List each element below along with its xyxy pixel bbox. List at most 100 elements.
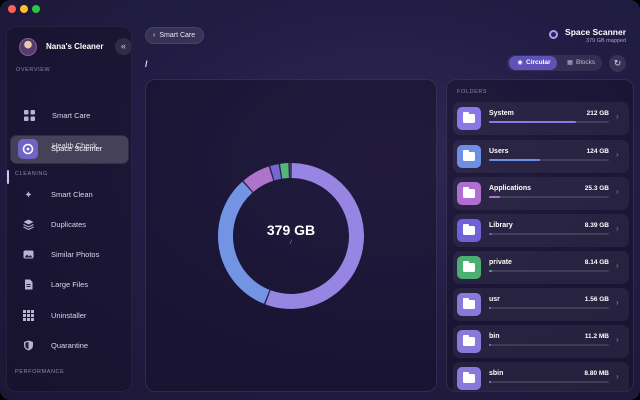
folder-size: 8.14 GB	[584, 259, 609, 266]
view-mode-toggle: ◉ Circular ▦ Blocks	[507, 55, 602, 71]
folder-size-bar-fill	[489, 196, 500, 198]
folder-size-bar	[489, 121, 609, 123]
folder-size: 8.80 MB	[584, 370, 609, 377]
chevron-right-icon: ›	[616, 335, 619, 344]
folder-size: 212 GB	[586, 110, 609, 117]
app-window: Nana's Cleaner « OVERVIEW Smart Care Hea…	[0, 0, 640, 400]
folder-size: 124 GB	[586, 148, 609, 155]
folder-row-applications[interactable]: Applications 25.3 GB ›	[453, 177, 629, 210]
back-button-label: Smart Care	[159, 32, 196, 39]
folder-icon	[457, 293, 481, 316]
folder-name: bin	[489, 333, 500, 340]
chevron-right-icon: ›	[616, 261, 619, 270]
double-chevron-left-icon: «	[120, 41, 126, 51]
folder-size-bar-fill	[489, 159, 541, 161]
chevron-right-icon: ›	[616, 224, 619, 233]
sidebar-item-duplicates[interactable]: Duplicates	[10, 211, 128, 239]
folder-size: 8.39 GB	[584, 222, 609, 229]
sidebar-item-label: Smart Clean	[51, 190, 93, 199]
active-indicator	[7, 170, 9, 184]
view-blocks-button[interactable]: ▦ Blocks	[559, 56, 601, 70]
folder-icon	[457, 256, 481, 279]
chevron-left-icon: ‹	[153, 32, 156, 39]
sidebar-item-label: Smart Care	[52, 111, 91, 120]
folder-row-library[interactable]: Library 8.39 GB ›	[453, 214, 629, 247]
folder-size-bar-fill	[489, 233, 493, 235]
user-name: Nana's Cleaner	[46, 42, 104, 51]
folder-size-bar-fill	[489, 307, 491, 309]
shield-icon	[22, 340, 35, 353]
sidebar-item-quarantine[interactable]: Quarantine	[10, 332, 128, 360]
folder-size-bar-fill	[489, 121, 577, 123]
collapse-sidebar-button[interactable]: «	[115, 38, 131, 55]
folder-name: Library	[489, 222, 513, 229]
folder-size-bar	[489, 344, 609, 346]
stack-icon	[22, 219, 35, 232]
section-title-cleaning: CLEANING	[15, 171, 48, 177]
blocks-icon: ▦	[567, 60, 573, 66]
page-title: Space Scanner	[565, 27, 626, 37]
refresh-icon: ↻	[613, 58, 622, 68]
section-title-performance: PERFORMANCE	[15, 369, 65, 375]
back-button[interactable]: ‹ Smart Care	[145, 27, 205, 44]
chevron-right-icon: ›	[616, 298, 619, 307]
folder-icon	[457, 219, 481, 242]
folder-row-private[interactable]: private 8.14 GB ›	[453, 251, 629, 284]
space-scanner-icon	[549, 30, 558, 39]
apps-grid-icon	[22, 310, 35, 323]
sparkle-icon: ✦	[24, 190, 33, 201]
chevron-right-icon: ›	[616, 187, 619, 196]
chart-total: 379 GB	[266, 222, 316, 238]
view-blocks-label: Blocks	[576, 59, 596, 66]
avatar[interactable]	[19, 38, 37, 56]
folder-size-bar-fill	[489, 270, 493, 272]
folder-row-usr[interactable]: usr 1.56 GB ›	[453, 288, 629, 321]
chevron-right-icon: ›	[616, 150, 619, 159]
photos-icon	[22, 249, 35, 262]
folder-size-bar	[489, 270, 609, 272]
title-bar	[0, 0, 640, 18]
folder-icon	[457, 182, 481, 205]
sidebar-item-space-scanner-active[interactable]: Space Scanner	[10, 135, 128, 163]
sidebar-item-label: Large Files	[51, 280, 89, 289]
folder-name: Users	[489, 148, 509, 155]
disk-icon	[18, 139, 38, 159]
folder-name: private	[489, 259, 512, 266]
chevron-right-icon: ›	[616, 112, 619, 121]
folder-size-bar	[489, 196, 609, 198]
folder-size-bar	[489, 307, 609, 309]
sidebar-item-smart-care[interactable]: Smart Care	[11, 102, 129, 130]
zoom-window-button[interactable]	[32, 5, 40, 13]
view-circular-label: Circular	[526, 59, 551, 66]
folder-size-bar	[489, 159, 609, 161]
folder-row-sbin[interactable]: sbin 8.80 MB ›	[453, 362, 629, 391]
folder-row-bin[interactable]: bin 11.2 MB ›	[453, 325, 629, 358]
folder-size-bar-fill	[489, 344, 491, 346]
sidebar-item-label: Quarantine	[51, 341, 89, 350]
close-window-button[interactable]	[8, 5, 16, 13]
refresh-button[interactable]: ↻	[609, 55, 626, 72]
folder-name: usr	[489, 296, 500, 303]
folder-icon	[457, 367, 481, 390]
chevron-right-icon: ›	[616, 372, 619, 381]
folder-size: 25.3 GB	[584, 185, 609, 192]
current-path: /	[145, 59, 148, 69]
sidebar-item-similar-photos[interactable]: Similar Photos	[10, 241, 128, 269]
folder-name: System	[489, 110, 514, 117]
folder-name: Applications	[489, 185, 532, 192]
sidebar-item-large-files[interactable]: Large Files	[10, 271, 128, 299]
folder-icon	[457, 330, 481, 353]
view-circular-button[interactable]: ◉ Circular	[509, 56, 557, 70]
minimize-window-button[interactable]	[20, 5, 28, 13]
folder-size-bar	[489, 381, 609, 383]
sidebar-item-label: Uninstaller	[51, 311, 87, 320]
folder-row-system[interactable]: System 212 GB ›	[453, 102, 629, 135]
folders-title: FOLDERS	[457, 89, 488, 95]
sidebar-item-uninstaller[interactable]: Uninstaller	[10, 302, 128, 330]
page-subtitle: 379 GB mapped	[585, 38, 626, 44]
sidebar-item-label: Duplicates	[51, 220, 87, 229]
circle-dot-icon: ◉	[517, 60, 523, 66]
folder-name: sbin	[489, 370, 504, 377]
sidebar-item-smart-clean[interactable]: ✦ Smart Clean	[10, 181, 128, 209]
folder-row-users[interactable]: Users 124 GB ›	[453, 140, 629, 173]
